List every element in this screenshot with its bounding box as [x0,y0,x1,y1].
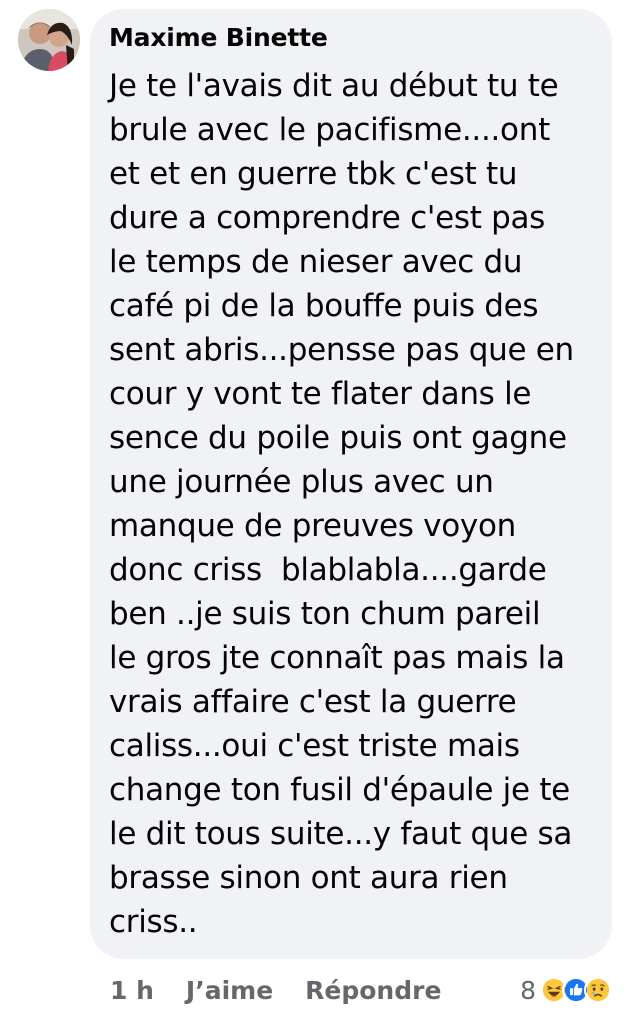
like-button[interactable]: J’aime [186,976,273,1005]
comment-text: Je te l'avais dit au début tu te brule a… [109,64,604,944]
comment-actions: 1 h J’aime Répondre [110,970,441,1010]
profile-photo-icon [18,9,80,71]
comment-line: cour y vont te flater dans le [109,376,532,412]
comment-line: brasse sinon ont aura rien [109,860,508,896]
comment-line: sence du poile puis ont gagne [109,420,567,456]
comment-line: le gros jte connaît pas mais la [109,640,565,676]
comment-line: le temps de nieser avec du [109,244,523,280]
reply-button[interactable]: Répondre [305,976,441,1005]
comment-line: sent abris...pensse pas que en [109,332,574,368]
comment-line: une journée plus avec un [109,464,494,500]
sad-reaction-icon [584,976,612,1004]
comment-line: et et en guerre tbk c'est tu [109,156,518,192]
reactions-summary[interactable]: 8 [520,970,612,1010]
comment-line: manque de preuves voyon [109,508,516,544]
comment-line: café pi de la bouffe puis des [109,288,539,324]
timestamp[interactable]: 1 h [110,976,154,1005]
avatar[interactable] [18,9,80,71]
author-name[interactable]: Maxime Binette [109,23,328,52]
comment-bubble: Maxime Binette Je te l'avais dit au débu… [90,9,612,959]
comment-line: ben ..je suis ton chum pareil [109,596,541,632]
comment-line: change ton fusil d'épaule je te [109,772,570,808]
comment-line: Je te l'avais dit au début tu te [109,68,559,104]
comment-row: Maxime Binette Je te l'avais dit au débu… [0,0,632,1024]
comment-line: le dit tous suite...y faut que sa [109,816,573,852]
comment-line: vrais affaire c'est la guerre [109,684,517,720]
comment-line: brule avec le pacifisme....ont [109,112,550,148]
reaction-count: 8 [520,975,536,1005]
comment-line: criss.. [109,904,198,940]
comment-line: caliss...oui c'est triste mais [109,728,520,764]
comment-line: donc criss blablabla....garde [109,552,547,588]
comment-line: dure a comprendre c'est pas [109,200,546,236]
